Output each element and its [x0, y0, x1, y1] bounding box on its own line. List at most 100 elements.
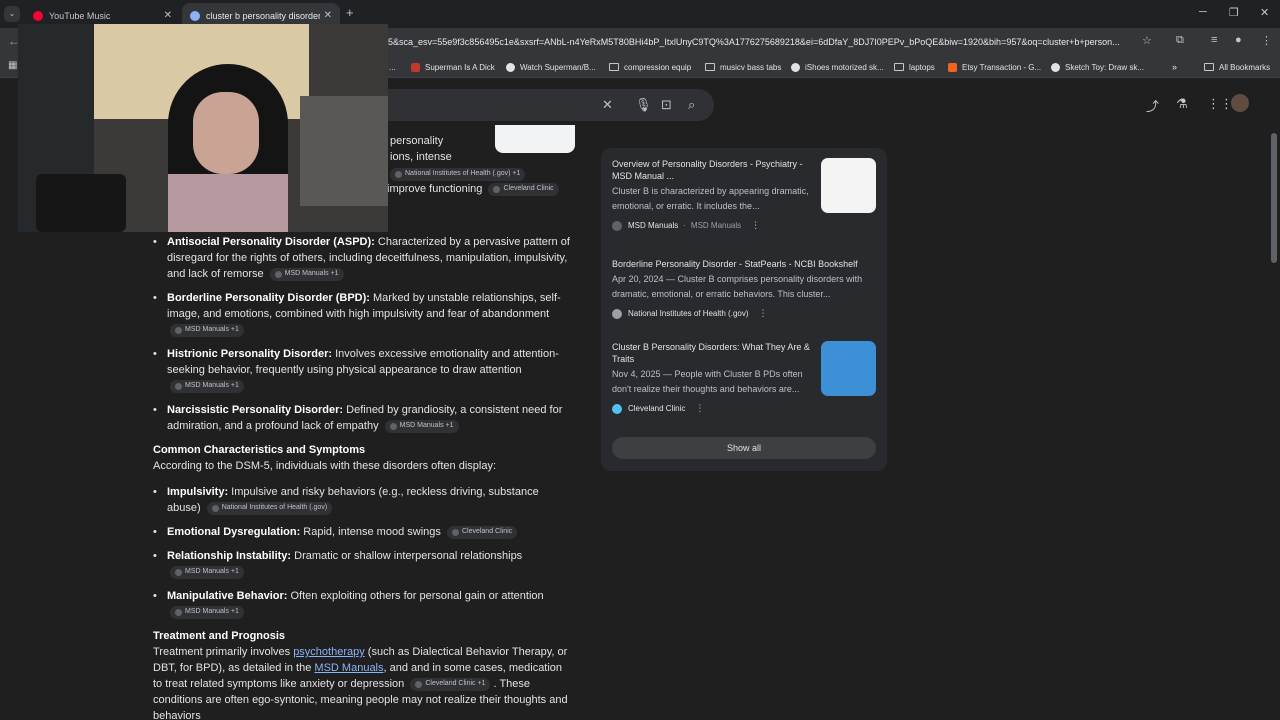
citation-label: National Institutes of Health (.gov) — [221, 504, 328, 512]
citation-chip[interactable]: MSD Manuals +1 — [170, 379, 244, 393]
show-all-button[interactable]: Show all — [612, 437, 876, 459]
source-name: MSD Manuals — [628, 221, 679, 230]
webcam-background-object — [300, 96, 388, 206]
more-options-icon[interactable]: ⋮ — [695, 403, 704, 414]
all-bookmarks[interactable]: All Bookmarks — [1204, 60, 1270, 74]
bookmark-item[interactable]: musicv bass tabs — [705, 60, 781, 74]
citation-chip[interactable]: MSD Manuals +1 — [170, 565, 244, 579]
bookmark-item[interactable]: Etsy Transaction - G... — [948, 60, 1041, 74]
citation-chip[interactable]: MSD Manuals +1 — [170, 323, 244, 337]
citation-label: MSD Manuals +1 — [399, 422, 454, 430]
bookmark-item[interactable]: Superman Is A Dick — [411, 60, 495, 74]
page-scrollbar[interactable] — [1268, 123, 1280, 720]
bookmark-item[interactable]: Sketch Toy: Draw sk... — [1051, 60, 1144, 74]
bookmark-star-icon[interactable]: ☆ — [1142, 34, 1152, 47]
cleveland-clinic-icon — [612, 403, 622, 414]
source-name: National Institutes of Health (.gov) — [628, 309, 749, 318]
disorder-name: Antisocial Personality Disorder (ASPD): — [167, 236, 375, 248]
clear-search-icon[interactable]: ✕ — [602, 97, 613, 113]
bookmark-item[interactable]: laptops — [894, 60, 935, 74]
labs-flask-icon[interactable]: ⚗ — [1176, 96, 1188, 112]
citation-chip[interactable]: MSD Manuals +1 — [269, 267, 344, 281]
new-tab-icon[interactable]: + — [346, 6, 354, 20]
minimize-icon[interactable]: ─ — [1199, 6, 1207, 18]
bookmark-label: laptops — [909, 62, 935, 72]
apps-grid-icon[interactable]: ▦ — [8, 60, 17, 71]
bookmark-item[interactable]: Watch Superman/B... — [506, 60, 596, 74]
extensions-icon[interactable]: ⧉ — [1176, 34, 1184, 47]
webcam-microphone — [36, 174, 126, 232]
menu-kebab-icon[interactable]: ⋮ — [1261, 34, 1272, 47]
list-item: Manipulative Behavior: Often exploiting … — [153, 588, 573, 620]
citation-chip[interactable]: National Institutes of Health (.gov) — [206, 501, 333, 515]
msd-manuals-link[interactable]: MSD Manuals — [314, 662, 383, 674]
tab-search-icon[interactable]: ⌄ — [4, 6, 20, 22]
trait-name: Impulsivity: — [167, 486, 229, 498]
citation-chip[interactable]: National Institutes of Health (.gov) +1 — [387, 166, 526, 182]
citation-chip[interactable]: MSD Manuals +1 — [170, 605, 244, 619]
trait-description: Often exploiting others for personal gai… — [287, 590, 544, 602]
disorder-name: Borderline Personality Disorder (BPD): — [167, 292, 370, 304]
all-bookmarks-label: All Bookmarks — [1219, 62, 1271, 72]
search-icon[interactable]: ⌕ — [688, 97, 695, 113]
overview-thumbnail[interactable] — [495, 125, 575, 153]
close-tab-icon[interactable]: ✕ — [164, 10, 172, 21]
list-item: Emotional Dysregulation: Rapid, intense … — [153, 524, 573, 540]
restore-icon[interactable]: ❐ — [1229, 6, 1239, 19]
more-options-icon[interactable]: ⋮ — [759, 308, 768, 319]
source-card[interactable]: Cluster B Personality Disorders: What Th… — [612, 341, 876, 414]
source-snippet: Cluster B is characterized by appearing … — [612, 186, 809, 211]
search-box[interactable]: ✕ 🎙 ⊡ ⌕ — [388, 89, 714, 121]
citation-chip[interactable]: MSD Manuals +1 — [384, 419, 459, 433]
source-name-secondary: MSD Manuals — [690, 221, 742, 230]
lens-camera-icon[interactable]: ⊡ — [661, 97, 672, 113]
media-control-icon[interactable]: ≡ — [1211, 34, 1217, 46]
source-card[interactable]: Overview of Personality Disorders - Psyc… — [612, 158, 876, 231]
nih-icon — [395, 170, 402, 178]
image-icon — [411, 62, 420, 72]
ai-overview: Antisocial Personality Disorder (ASPD): … — [153, 234, 573, 720]
source-card[interactable]: Borderline Personality Disorder - StatPe… — [612, 258, 876, 319]
close-window-icon[interactable]: ✕ — [1260, 6, 1269, 19]
profile-avatar-icon[interactable]: ● — [1235, 34, 1242, 46]
source-title: Borderline Personality Disorder - StatPe… — [612, 259, 858, 269]
citation-chip[interactable]: Cleveland Clinic — [488, 182, 559, 196]
microphone-icon[interactable]: 🎙 — [635, 97, 652, 113]
msd-manuals-icon — [175, 326, 182, 334]
folder-icon — [894, 63, 904, 71]
citation-label: MSD Manuals +1 — [185, 382, 239, 390]
address-bar[interactable]: 5&sca_esv=55e9f3c856495c1e&sxsrf=ANbL-n4… — [388, 33, 1174, 51]
psychotherapy-link[interactable]: psychotherapy — [293, 646, 365, 658]
share-icon[interactable]: ⤴ — [1146, 96, 1159, 115]
scrollbar-thumb[interactable] — [1271, 133, 1277, 263]
webcam-overlay — [18, 24, 388, 232]
list-item: Borderline Personality Disorder (BPD): M… — [153, 290, 573, 338]
bookmark-label: compression equip — [624, 62, 692, 72]
list-item: Relationship Instability: Dramatic or sh… — [153, 548, 573, 580]
snippet-text: improve functioning — [387, 183, 483, 195]
bookmarks-overflow-icon[interactable]: » — [1172, 60, 1177, 74]
youtube-music-icon — [33, 10, 43, 21]
source-thumbnail[interactable] — [821, 158, 876, 213]
account-avatar[interactable] — [1231, 94, 1249, 112]
more-options-icon[interactable]: ⋮ — [751, 220, 760, 231]
globe-icon — [506, 62, 515, 72]
citation-label: Cleveland Clinic +1 — [425, 680, 486, 688]
bookmark-item[interactable]: compression equip — [609, 60, 691, 74]
google-icon — [190, 10, 200, 21]
bookmark-label: iShoes motorized sk... — [805, 62, 884, 72]
citation-label: Cleveland Clinic — [461, 528, 513, 536]
google-apps-icon[interactable]: ⋮⋮ — [1207, 96, 1233, 112]
citation-label: MSD Manuals +1 — [185, 326, 239, 334]
citation-chip[interactable]: Cleveland Clinic +1 — [410, 677, 491, 691]
bookmark-label: Etsy Transaction - G... — [962, 62, 1042, 72]
close-tab-icon[interactable]: ✕ — [324, 10, 332, 21]
citation-chip[interactable]: Cleveland Clinic — [446, 525, 518, 539]
bookmark-item[interactable]: iShoes motorized sk... — [791, 60, 884, 74]
characteristics-list: Impulsivity: Impulsive and risky behavio… — [153, 484, 573, 620]
msd-manuals-icon — [175, 608, 182, 616]
webcam-person-face — [193, 92, 259, 174]
source-thumbnail[interactable] — [821, 341, 876, 396]
bookmark-item[interactable]: ... — [389, 60, 396, 74]
snippet-line: improve functioning Cleveland Clinic — [387, 181, 559, 197]
